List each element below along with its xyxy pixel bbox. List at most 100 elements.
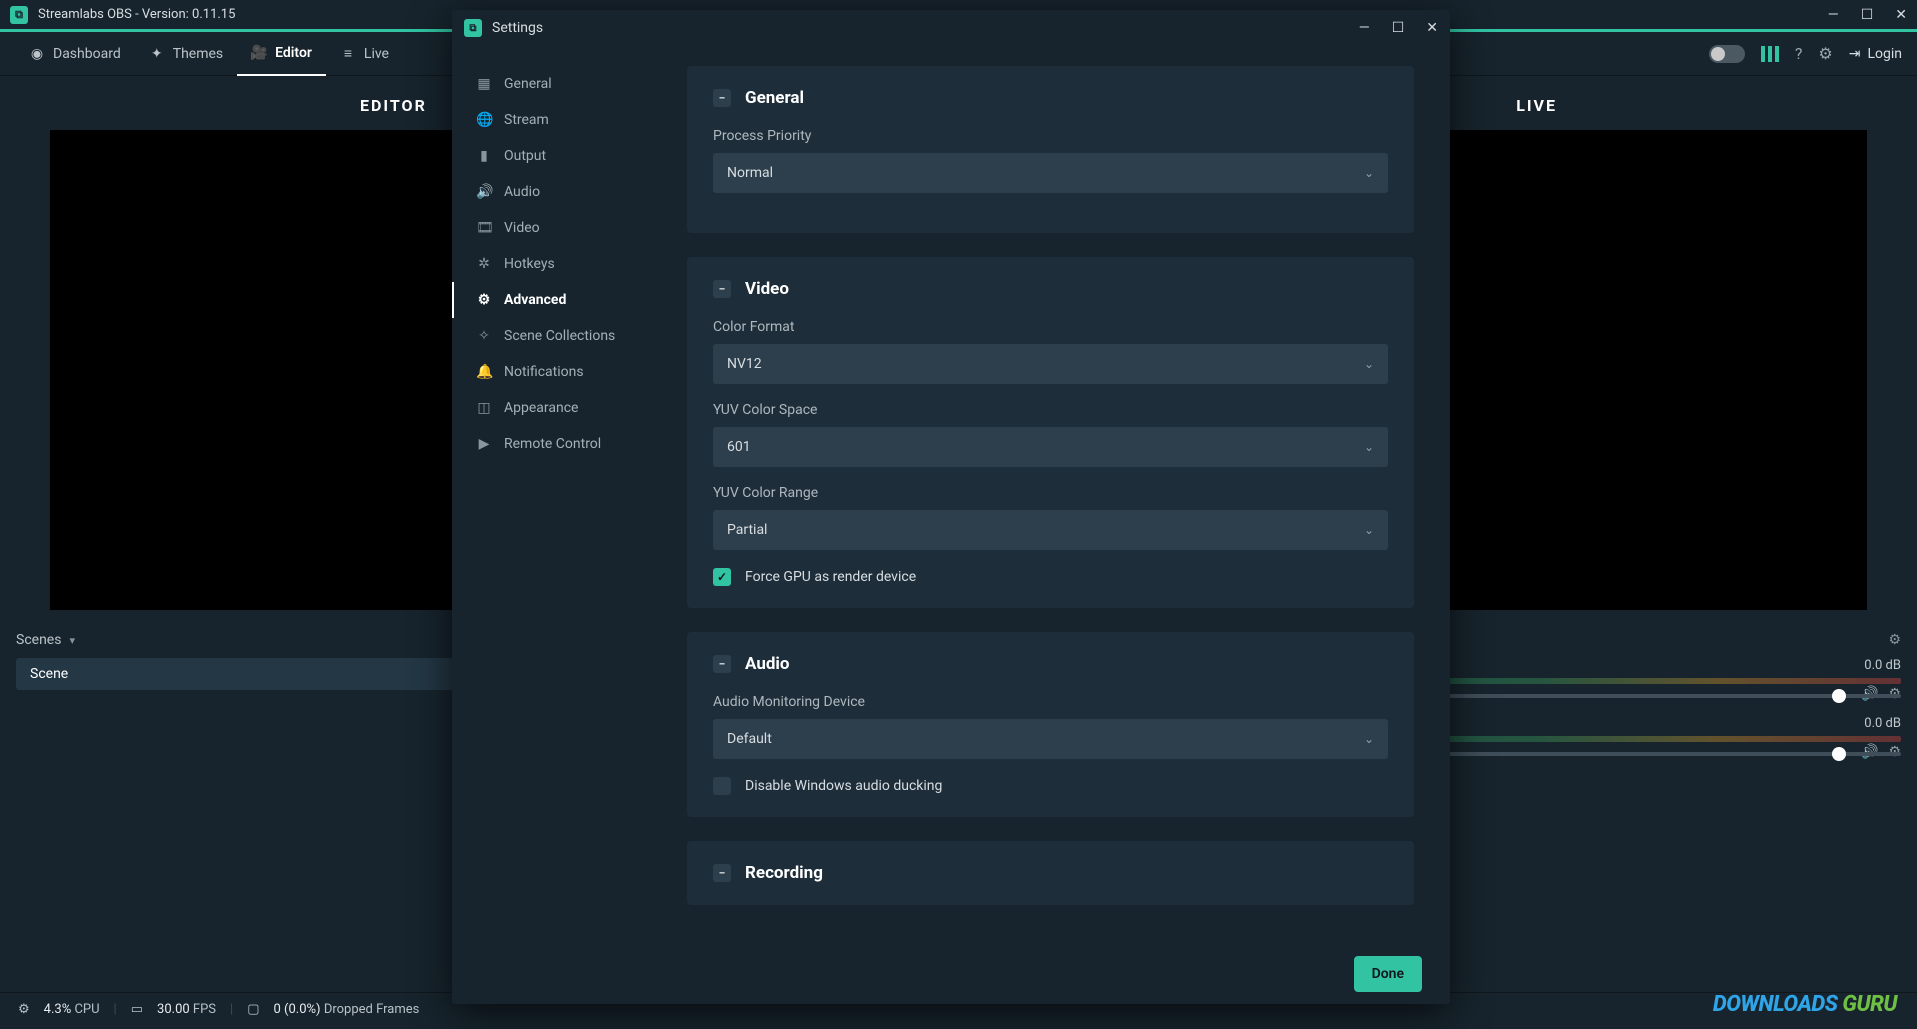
cat-video[interactable]: 🎞Video	[452, 210, 667, 246]
select-value: Default	[727, 731, 772, 747]
cat-appearance[interactable]: ◫ Appearance	[452, 390, 667, 426]
fps-icon: ▭	[131, 1002, 143, 1017]
chevron-down-icon: ⌄	[1364, 357, 1374, 371]
cat-label: Scene Collections	[504, 328, 615, 344]
nav-live[interactable]: ≡ Live	[326, 32, 403, 76]
settings-close-icon[interactable]: ✕	[1426, 20, 1438, 36]
help-icon[interactable]: ?	[1795, 44, 1803, 63]
cat-label: Appearance	[504, 400, 578, 416]
yuv-range-label: YUV Color Range	[713, 485, 1388, 501]
settings-icon[interactable]: ⚙	[1818, 44, 1832, 63]
cat-scene-collections[interactable]: ✧ Scene Collections	[452, 318, 667, 354]
select-value: Normal	[727, 165, 773, 181]
mixer-settings-icon[interactable]: ⚙	[1888, 632, 1901, 648]
output-icon: ▮	[476, 148, 492, 164]
ducking-label: Disable Windows audio ducking	[745, 778, 942, 794]
cat-output[interactable]: ▮ Output	[452, 138, 667, 174]
login-label: Login	[1867, 46, 1902, 62]
speaker-icon: 🔊	[476, 184, 492, 200]
cat-label: Output	[504, 148, 546, 164]
collapse-icon[interactable]: −	[713, 280, 731, 298]
themes-icon: ✦	[149, 46, 165, 62]
grid-icon: ▦	[476, 76, 492, 92]
gear-icon: ✲	[476, 256, 492, 272]
night-mode-toggle[interactable]	[1709, 45, 1745, 63]
mixer-slider-knob[interactable]	[1832, 747, 1846, 761]
nav-label: Themes	[173, 46, 223, 62]
section-recording: − Recording	[687, 841, 1414, 905]
cat-remote-control[interactable]: ▶Remote Control	[452, 426, 667, 462]
settings-maximize-icon[interactable]: ☐	[1392, 20, 1405, 36]
cat-label: Notifications	[504, 364, 584, 380]
select-value: 601	[727, 439, 751, 455]
collapse-icon[interactable]: −	[713, 89, 731, 107]
minimize-icon[interactable]: —	[1828, 7, 1839, 23]
cat-notifications[interactable]: 🔔Notifications	[452, 354, 667, 390]
maximize-icon[interactable]: ☐	[1861, 7, 1874, 23]
chevron-down-icon: ⌄	[1364, 440, 1374, 454]
cat-label: Advanced	[504, 292, 566, 308]
done-button[interactable]: Done	[1354, 956, 1422, 992]
watermark-a: DOWNLOADS	[1713, 992, 1843, 1017]
section-title: Audio	[745, 654, 790, 674]
monitoring-select[interactable]: Default ⌄	[713, 719, 1388, 759]
process-priority-select[interactable]: Normal ⌄	[713, 153, 1388, 193]
nav-label: Live	[364, 46, 389, 62]
cpu-icon: ⚙	[18, 1002, 30, 1017]
nav-themes[interactable]: ✦ Themes	[135, 32, 237, 76]
appearance-icon: ◫	[476, 400, 492, 416]
collections-icon: ✧	[476, 328, 492, 344]
cat-label: General	[504, 76, 552, 92]
cat-hotkeys[interactable]: ✲ Hotkeys	[452, 246, 667, 282]
mixer-slider-knob[interactable]	[1832, 689, 1846, 703]
yuv-space-select[interactable]: 601 ⌄	[713, 427, 1388, 467]
section-title: Recording	[745, 863, 823, 883]
select-value: Partial	[727, 522, 767, 538]
cat-label: Audio	[504, 184, 540, 200]
chevron-down-icon[interactable]: ▾	[69, 634, 75, 647]
cat-audio[interactable]: 🔊 Audio	[452, 174, 667, 210]
nav-dashboard[interactable]: ◉ Dashboard	[15, 32, 135, 76]
settings-title: Settings	[492, 20, 543, 36]
collapse-icon[interactable]: −	[713, 655, 731, 673]
scenes-label: Scenes	[16, 632, 61, 648]
fps-value: 30.00	[157, 1002, 190, 1017]
nav-label: Editor	[275, 45, 312, 61]
process-priority-label: Process Priority	[713, 128, 1388, 144]
dropped-value: 0 (0.0%)	[274, 1002, 321, 1017]
section-title: Video	[745, 279, 789, 299]
cat-label: Stream	[504, 112, 549, 128]
settings-window: ⧉ Settings — ☐ ✕ ▦ General 🌐Stream ▮ Outpu…	[452, 10, 1450, 1004]
cat-stream[interactable]: 🌐Stream	[452, 102, 667, 138]
cpu-value: 4.3%	[44, 1002, 72, 1017]
dashboard-icon: ◉	[29, 46, 45, 62]
cat-general[interactable]: ▦ General	[452, 66, 667, 102]
login-button[interactable]: ⇥ Login	[1849, 46, 1902, 62]
settings-main[interactable]: − General Process Priority Normal ⌄ − Vi…	[667, 46, 1450, 944]
settings-footer: Done	[452, 944, 1450, 1004]
login-icon: ⇥	[1849, 46, 1861, 62]
settings-minimize-icon[interactable]: —	[1359, 20, 1370, 36]
dropped-icon: ▢	[247, 1002, 259, 1017]
yuv-range-select[interactable]: Partial ⌄	[713, 510, 1388, 550]
force-gpu-checkbox[interactable]	[713, 568, 731, 586]
close-icon[interactable]: ✕	[1895, 7, 1907, 23]
chevron-down-icon: ⌄	[1364, 166, 1374, 180]
dropped-label: Dropped Frames	[324, 1002, 420, 1017]
cat-label: Hotkeys	[504, 256, 555, 272]
watermark-b: GURU	[1842, 992, 1897, 1017]
color-format-select[interactable]: NV12 ⌄	[713, 344, 1388, 384]
section-audio: − Audio Audio Monitoring Device Default …	[687, 632, 1414, 817]
settings-sidebar: ▦ General 🌐Stream ▮ Output 🔊 Audio 🎞Video ✲…	[452, 46, 667, 944]
watermark: DOWNLOADS GURU	[1713, 992, 1897, 1017]
nav-editor[interactable]: 🎥 Editor	[237, 32, 326, 76]
live-icon: ≡	[340, 46, 356, 62]
stream-stats-icon[interactable]	[1761, 46, 1779, 62]
ducking-checkbox[interactable]	[713, 777, 731, 795]
cat-label: Remote Control	[504, 436, 601, 452]
select-value: NV12	[727, 356, 762, 372]
section-title: General	[745, 88, 804, 108]
settings-app-icon: ⧉	[464, 19, 482, 37]
collapse-icon[interactable]: −	[713, 864, 731, 882]
cat-advanced[interactable]: ⚙Advanced	[452, 282, 667, 318]
